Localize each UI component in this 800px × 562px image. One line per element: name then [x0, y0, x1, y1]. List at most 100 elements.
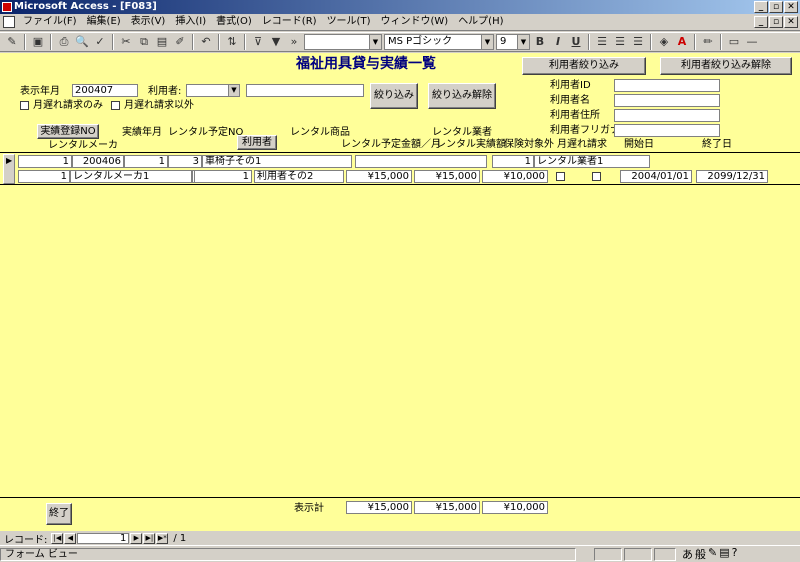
font-combo[interactable]: MS Pゴシック ▼ — [384, 34, 494, 50]
late-except-checkbox[interactable] — [111, 101, 120, 110]
plan-amount-field[interactable]: ¥15,000 — [346, 170, 412, 183]
maker-field[interactable]: レンタルメーカ1 — [70, 170, 192, 183]
user-id-field[interactable] — [614, 79, 720, 92]
maximize-button[interactable]: ▫ — [769, 1, 783, 13]
user-name-display — [246, 84, 364, 97]
status-panel — [624, 547, 652, 561]
underline-button[interactable]: U — [568, 34, 584, 50]
user-kana-field[interactable] — [614, 124, 720, 137]
insurance-exclusion-field[interactable]: ¥10,000 — [482, 170, 548, 183]
object-combo[interactable]: ▼ — [304, 34, 382, 50]
product-field[interactable]: 車椅子その1 — [202, 155, 352, 168]
filter-by-selection-icon[interactable]: ⊽ — [250, 34, 266, 50]
insurance-exclusion-checkbox[interactable] — [556, 172, 565, 181]
menu-tools[interactable]: ツール(T) — [322, 14, 376, 30]
last-record-icon[interactable]: ▶| — [143, 532, 156, 544]
user-no-field[interactable]: 1 — [194, 170, 252, 183]
form-title: 福祉用具貸与実績一覧 — [296, 56, 436, 72]
ime-conversion-icon[interactable]: 般 — [695, 546, 706, 562]
next-record-icon[interactable]: ▶ — [130, 532, 143, 544]
ime-pad-icon[interactable]: ✎ — [708, 546, 717, 562]
status-bar: フォーム ビュー あ 般 ✎ ▤ ? — [0, 545, 800, 562]
vendor-no-field[interactable]: 1 — [492, 155, 534, 168]
menu-view[interactable]: 表示(V) — [126, 14, 171, 30]
format-painter-icon[interactable]: ✐ — [172, 34, 188, 50]
cut-icon[interactable]: ✂ — [118, 34, 134, 50]
doc-maximize-button[interactable]: ▫ — [769, 16, 783, 28]
paste-icon[interactable]: ▤ — [154, 34, 170, 50]
close-button[interactable]: ✕ — [784, 1, 798, 13]
record-selector[interactable]: ▶ — [3, 154, 15, 184]
menu-help[interactable]: ヘルプ(H) — [453, 14, 508, 30]
menu-insert[interactable]: 挿入(I) — [170, 14, 211, 30]
toolbar-separator — [218, 34, 220, 50]
user-header-button[interactable]: 利用者 — [237, 135, 277, 150]
current-record-input[interactable]: 1 — [77, 532, 130, 544]
font-size-combo[interactable]: 9 ▼ — [496, 34, 530, 50]
record-no-field[interactable]: 1 — [18, 155, 72, 168]
align-right-icon[interactable]: ☰ — [630, 34, 646, 50]
exit-button[interactable]: 終了 — [46, 503, 72, 525]
doc-minimize-button[interactable]: _ — [754, 16, 768, 28]
month-input[interactable]: 200407 — [72, 84, 138, 97]
ime-tool-icon[interactable]: ▤ — [719, 546, 729, 562]
first-record-icon[interactable]: |◀ — [51, 532, 64, 544]
user-address-field[interactable] — [614, 109, 720, 122]
record-no-header-button[interactable]: 実績登録NO — [37, 124, 99, 139]
more-buttons-icon[interactable]: » — [286, 34, 302, 50]
ime-help-icon[interactable]: ? — [732, 546, 738, 562]
undo-icon[interactable]: ↶ — [198, 34, 214, 50]
new-record-icon[interactable]: ▶* — [156, 532, 169, 544]
save-icon[interactable]: ▣ — [30, 34, 46, 50]
menu-window[interactable]: ウィンドウ(W) — [375, 14, 453, 30]
start-date-field[interactable]: 2004/01/01 — [620, 170, 692, 183]
previous-record-icon[interactable]: ◀ — [64, 532, 77, 544]
copy-icon[interactable]: ⧉ — [136, 34, 152, 50]
filter-button[interactable]: 絞り込み — [370, 83, 418, 109]
user-kana-label: 利用者フリガナ — [550, 125, 620, 136]
form-document-icon[interactable] — [3, 16, 15, 28]
menu-format[interactable]: 書式(O) — [211, 14, 257, 30]
vendor-field[interactable]: レンタル業者1 — [534, 155, 650, 168]
filter-icon[interactable]: ▼ — [268, 34, 284, 50]
user-filter-clear-button[interactable]: 利用者絞り込み解除 — [660, 57, 792, 75]
print-preview-icon[interactable]: 🔍 — [74, 34, 90, 50]
font-color-icon[interactable]: A — [674, 34, 690, 50]
clear-filter-button[interactable]: 絞り込み解除 — [428, 83, 496, 109]
line-color-icon[interactable]: ✏ — [700, 34, 716, 50]
print-icon[interactable]: ⎙ — [56, 34, 72, 50]
user-name-field[interactable] — [614, 94, 720, 107]
user-name-cell[interactable]: 利用者その2 — [254, 170, 344, 183]
align-left-icon[interactable]: ☰ — [594, 34, 610, 50]
fill-color-icon[interactable]: ◈ — [656, 34, 672, 50]
late-only-checkbox[interactable] — [20, 101, 29, 110]
spelling-icon[interactable]: ✓ — [92, 34, 108, 50]
footer-divider — [0, 497, 800, 498]
toolbar-separator — [588, 34, 590, 50]
sort-icon[interactable]: ⇅ — [224, 34, 240, 50]
doc-close-button[interactable]: ✕ — [784, 16, 798, 28]
ime-mode-icon[interactable]: あ — [682, 546, 693, 562]
month-field[interactable]: 200406 — [72, 155, 124, 168]
chevron-down-icon: ▼ — [228, 85, 239, 96]
end-date-field[interactable]: 2099/12/31 — [696, 170, 768, 183]
product-extra-field[interactable] — [355, 155, 487, 168]
user-id-cell[interactable]: 3 — [168, 155, 202, 168]
line-width-icon[interactable]: — — [744, 34, 760, 50]
user-filter-button[interactable]: 利用者絞り込み — [522, 57, 646, 75]
plan-no-field[interactable]: 1 — [124, 155, 168, 168]
minimize-button[interactable]: _ — [754, 1, 768, 13]
view-icon[interactable]: ✎ — [4, 34, 20, 50]
border-icon[interactable]: ▭ — [726, 34, 742, 50]
user-select[interactable]: ▼ — [186, 84, 240, 97]
menu-edit[interactable]: 編集(E) — [82, 14, 126, 30]
align-center-icon[interactable]: ☰ — [612, 34, 628, 50]
chevron-down-icon: ▼ — [369, 35, 381, 49]
menu-file[interactable]: ファイル(F) — [18, 14, 82, 30]
menu-records[interactable]: レコード(R) — [257, 14, 322, 30]
late-billing-checkbox[interactable] — [592, 172, 601, 181]
maker-no-field[interactable]: 1 — [18, 170, 70, 183]
actual-amount-field[interactable]: ¥15,000 — [414, 170, 480, 183]
italic-button[interactable]: I — [550, 34, 566, 50]
bold-button[interactable]: B — [532, 34, 548, 50]
